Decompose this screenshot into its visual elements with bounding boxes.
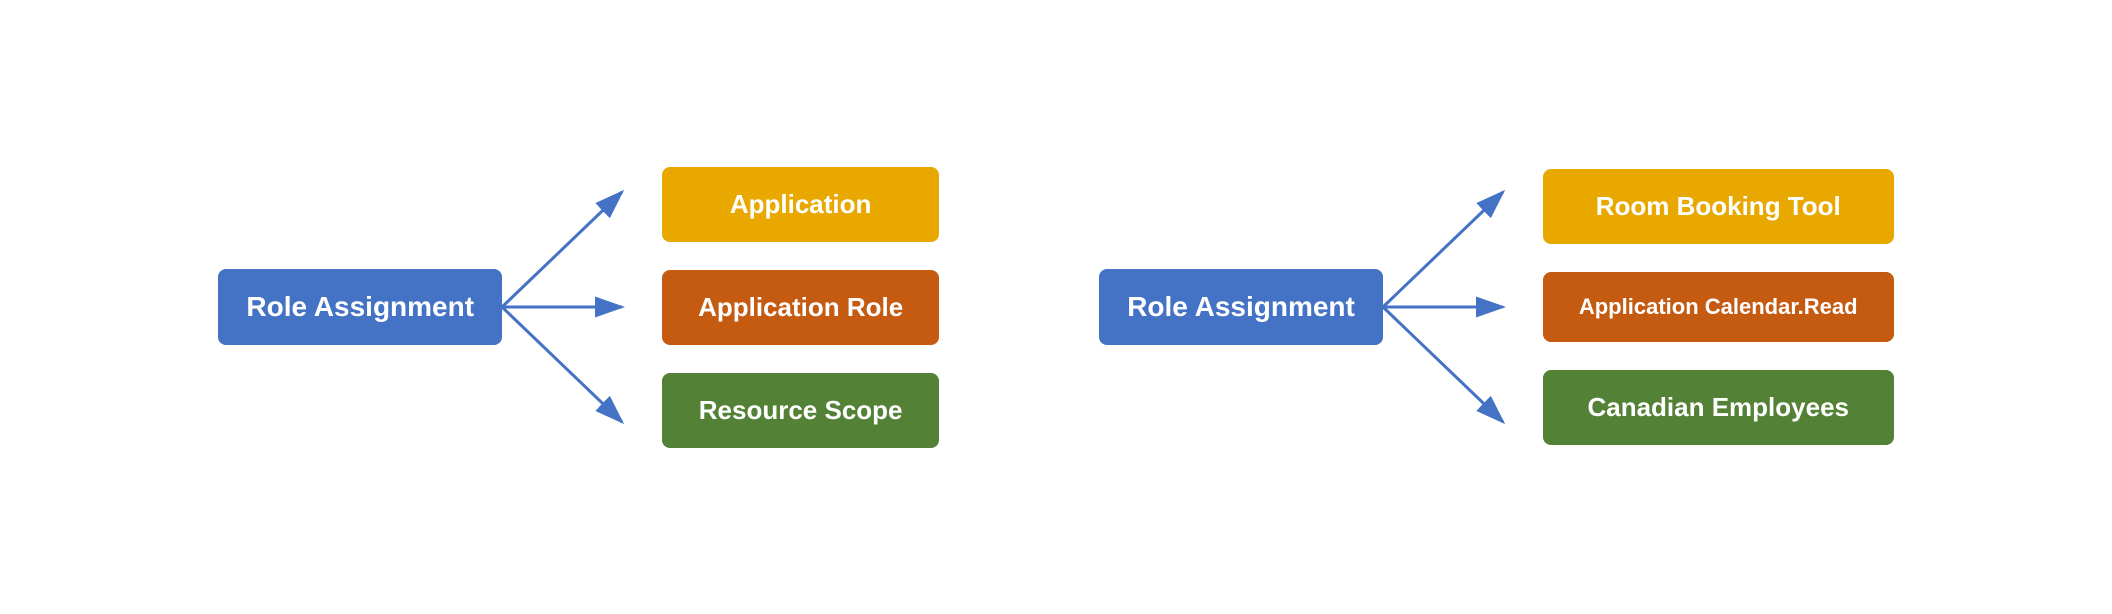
diagram1-arrows (502, 137, 662, 477)
diagram-1: Role Assignment Application Application … (218, 137, 939, 477)
diagram1-targets: Application Application Role Resource Sc… (662, 167, 939, 448)
diagram2-source: Role Assignment (1099, 269, 1383, 345)
diagrams-container: Role Assignment Application Application … (0, 97, 2112, 517)
diagram-2: Role Assignment Room Booking Tool Applic… (1099, 137, 1893, 477)
diagram2-targets: Room Booking Tool Application Calendar.R… (1543, 169, 1894, 445)
diagram1-target-1: Application Role (662, 270, 939, 345)
diagram2-target-1: Application Calendar.Read (1543, 272, 1894, 342)
diagram2-target-2: Canadian Employees (1543, 370, 1894, 445)
diagram1-source: Role Assignment (218, 269, 502, 345)
diagram1-target-2: Resource Scope (662, 373, 939, 448)
diagram2-target-0: Room Booking Tool (1543, 169, 1894, 244)
diagram2-arrows (1383, 137, 1543, 477)
diagram1-target-0: Application (662, 167, 939, 242)
